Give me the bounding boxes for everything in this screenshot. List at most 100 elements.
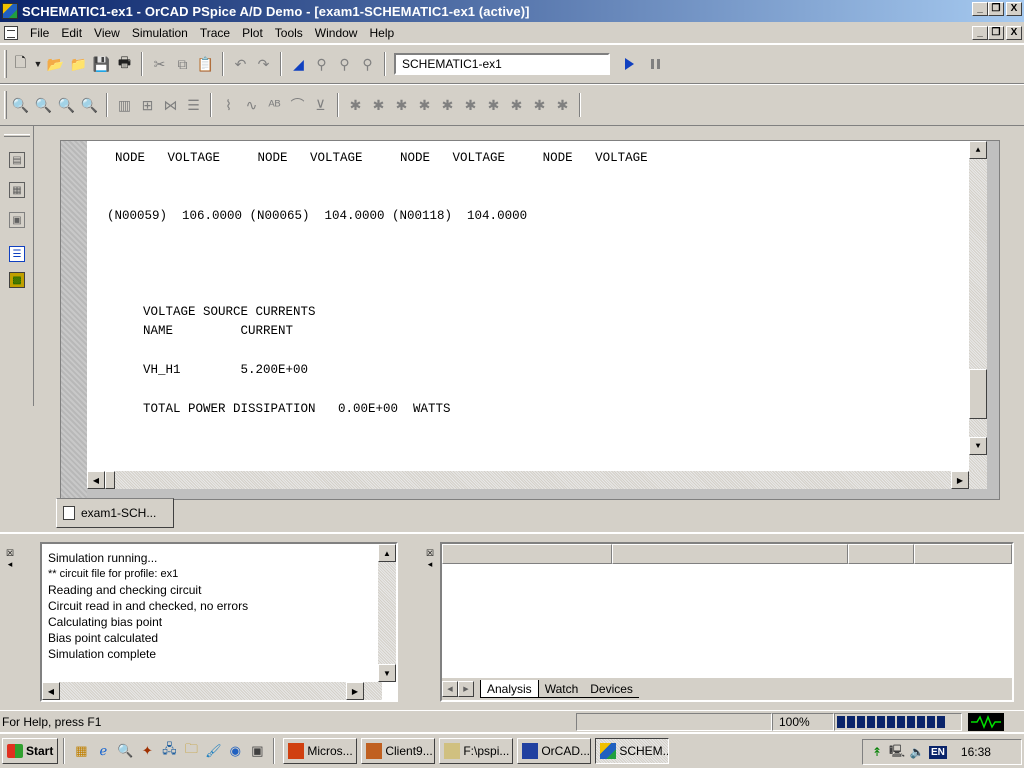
run-simulation-icon[interactable]: [618, 53, 640, 75]
sim-scroll-down-icon[interactable]: ▼: [378, 664, 396, 682]
performance-analysis-icon[interactable]: ⋈: [159, 94, 182, 116]
menu-trace[interactable]: Trace: [194, 26, 236, 40]
document-tab[interactable]: exam1-SCH...: [56, 498, 174, 528]
cursor-min-icon[interactable]: ✱: [436, 94, 459, 116]
menu-help[interactable]: Help: [363, 26, 400, 40]
maximize-button[interactable]: ❐: [988, 2, 1004, 16]
label-text-icon[interactable]: ᴬᴮ: [263, 94, 286, 116]
output-vertical-scrollbar[interactable]: ▲ ▼: [969, 141, 987, 471]
language-indicator[interactable]: EN: [929, 745, 947, 759]
marker-power-icon[interactable]: ⚲: [356, 53, 379, 75]
menu-simulation[interactable]: Simulation: [126, 26, 194, 40]
doc-close-button[interactable]: X: [1006, 26, 1022, 40]
cursor-trough-icon[interactable]: ✱: [390, 94, 413, 116]
add-trace-icon[interactable]: ⌇: [217, 94, 240, 116]
new-icon[interactable]: 🗋: [9, 53, 32, 75]
open-folder-icon[interactable]: 📂: [44, 53, 67, 75]
redo-icon[interactable]: ↷: [252, 53, 275, 75]
menu-view[interactable]: View: [88, 26, 126, 40]
quicklaunch-network-icon[interactable]: 🖧: [160, 741, 178, 760]
scroll-thumb[interactable]: [969, 369, 987, 419]
doc-restore-button[interactable]: ❐: [988, 26, 1004, 40]
zoom-fit-icon[interactable]: 🔍: [78, 94, 101, 116]
quicklaunch-console-icon[interactable]: ▣: [248, 742, 266, 760]
task-button-client[interactable]: Client9...: [361, 738, 436, 764]
scroll-left-icon[interactable]: ◀: [87, 471, 105, 489]
log-y-axis-icon[interactable]: ☰: [182, 94, 205, 116]
task-button-explorer[interactable]: F:\pspi...: [439, 738, 514, 764]
close-button[interactable]: X: [1006, 2, 1022, 16]
quicklaunch-paint-icon[interactable]: 🖌: [204, 742, 222, 760]
quicklaunch-media-icon[interactable]: ◉: [226, 742, 244, 760]
undo-icon[interactable]: ↶: [229, 53, 252, 75]
doc-minimize-button[interactable]: _: [972, 26, 988, 40]
eval-measurement-icon[interactable]: ∿: [240, 94, 263, 116]
hscroll-thumb[interactable]: [105, 471, 115, 489]
watch-pane[interactable]: ◀ ▶ Analysis Watch Devices: [440, 542, 1014, 702]
volume-tray-icon[interactable]: 🔈: [909, 744, 925, 760]
tab-scroll-left-icon[interactable]: ◀: [442, 681, 458, 697]
fourier-icon[interactable]: ⊞: [136, 94, 159, 116]
output-horizontal-scrollbar[interactable]: ◀ ▶: [87, 471, 987, 489]
quicklaunch-folder-icon[interactable]: 🗀: [182, 741, 200, 760]
toolbar-grip-2[interactable]: [4, 91, 7, 119]
paste-icon[interactable]: 📋: [194, 53, 217, 75]
network-tray-icon[interactable]: ↟: [869, 744, 885, 760]
mark-data-icon[interactable]: ◢: [287, 53, 310, 75]
mark-label-icon[interactable]: ✱: [551, 94, 574, 116]
marker-current-icon[interactable]: ⚲: [333, 53, 356, 75]
print-icon[interactable]: 🖶: [113, 53, 136, 75]
tab-devices[interactable]: Devices: [584, 680, 639, 698]
output-file-icon[interactable]: ▣: [9, 212, 25, 228]
simulation-status-pane[interactable]: Simulation running... ** circuit file fo…: [40, 542, 398, 702]
watch-pane-close-icon[interactable]: ☒ ◂: [424, 548, 436, 572]
window-titlebar[interactable]: SCHEMATIC1-ex1 - OrCAD PSpice A/D Demo -…: [0, 0, 1024, 22]
quicklaunch-tools-icon[interactable]: ✦: [138, 742, 156, 760]
new-dropdown-icon[interactable]: ▼: [32, 53, 44, 75]
sim-scroll-up-icon[interactable]: ▲: [378, 544, 396, 562]
watch-col-4[interactable]: [914, 544, 1012, 564]
minimize-button[interactable]: _: [972, 2, 988, 16]
zoom-area-icon[interactable]: 🔍: [55, 94, 78, 116]
zoom-in-icon[interactable]: 🔍: [9, 94, 32, 116]
toolbar-grip[interactable]: [4, 50, 7, 78]
netlist-icon[interactable]: ▤: [9, 152, 25, 168]
start-button[interactable]: Start: [2, 738, 59, 764]
view-output-icon[interactable]: ☰: [9, 246, 25, 262]
cursor-next-icon[interactable]: ✱: [528, 94, 551, 116]
watch-col-2[interactable]: [612, 544, 848, 564]
tab-scroll-right-icon[interactable]: ▶: [458, 681, 474, 697]
cursor-max-icon[interactable]: ✱: [459, 94, 482, 116]
menu-plot[interactable]: Plot: [236, 26, 269, 40]
cursor-slope-icon[interactable]: ✱: [413, 94, 436, 116]
scroll-right-icon[interactable]: ▶: [951, 471, 969, 489]
left-toolbar-grip[interactable]: [4, 134, 30, 137]
menu-window[interactable]: Window: [309, 26, 364, 40]
sim-scroll-left-icon[interactable]: ◀: [42, 682, 60, 700]
scroll-down-icon[interactable]: ▼: [969, 437, 987, 455]
cursor-search-icon[interactable]: ✱: [505, 94, 528, 116]
cut-icon[interactable]: ✂: [148, 53, 171, 75]
cursor-point-icon[interactable]: ✱: [482, 94, 505, 116]
log-x-axis-icon[interactable]: ▥: [113, 94, 136, 116]
label-line-icon[interactable]: ⌒: [286, 94, 309, 116]
task-button-orcad[interactable]: OrCAD...: [517, 738, 592, 764]
sim-horizontal-scrollbar[interactable]: ◀ ▶: [42, 682, 382, 700]
circuit-file-icon[interactable]: ▦: [9, 182, 25, 198]
app-icon[interactable]: [2, 3, 18, 19]
sim-pane-close-icon[interactable]: ☒ ◂: [4, 548, 16, 572]
tab-analysis[interactable]: Analysis: [480, 680, 539, 698]
scroll-up-icon[interactable]: ▲: [969, 141, 987, 159]
menu-tools[interactable]: Tools: [269, 26, 309, 40]
sim-vertical-scrollbar[interactable]: ▲ ▼: [378, 544, 396, 682]
watch-col-3[interactable]: [848, 544, 914, 564]
label-poly-icon[interactable]: ⊻: [309, 94, 332, 116]
menu-edit[interactable]: Edit: [55, 26, 88, 40]
marker-voltage-icon[interactable]: ⚲: [310, 53, 333, 75]
output-text-area[interactable]: NODE VOLTAGE NODE VOLTAGE NODE VOLTAGE N…: [87, 141, 987, 471]
waveform-icon[interactable]: [968, 712, 1004, 731]
quicklaunch-search-icon[interactable]: 🔍: [116, 742, 134, 760]
tab-watch[interactable]: Watch: [538, 680, 585, 698]
zoom-out-icon[interactable]: 🔍: [32, 94, 55, 116]
pause-simulation-icon[interactable]: [644, 53, 666, 75]
